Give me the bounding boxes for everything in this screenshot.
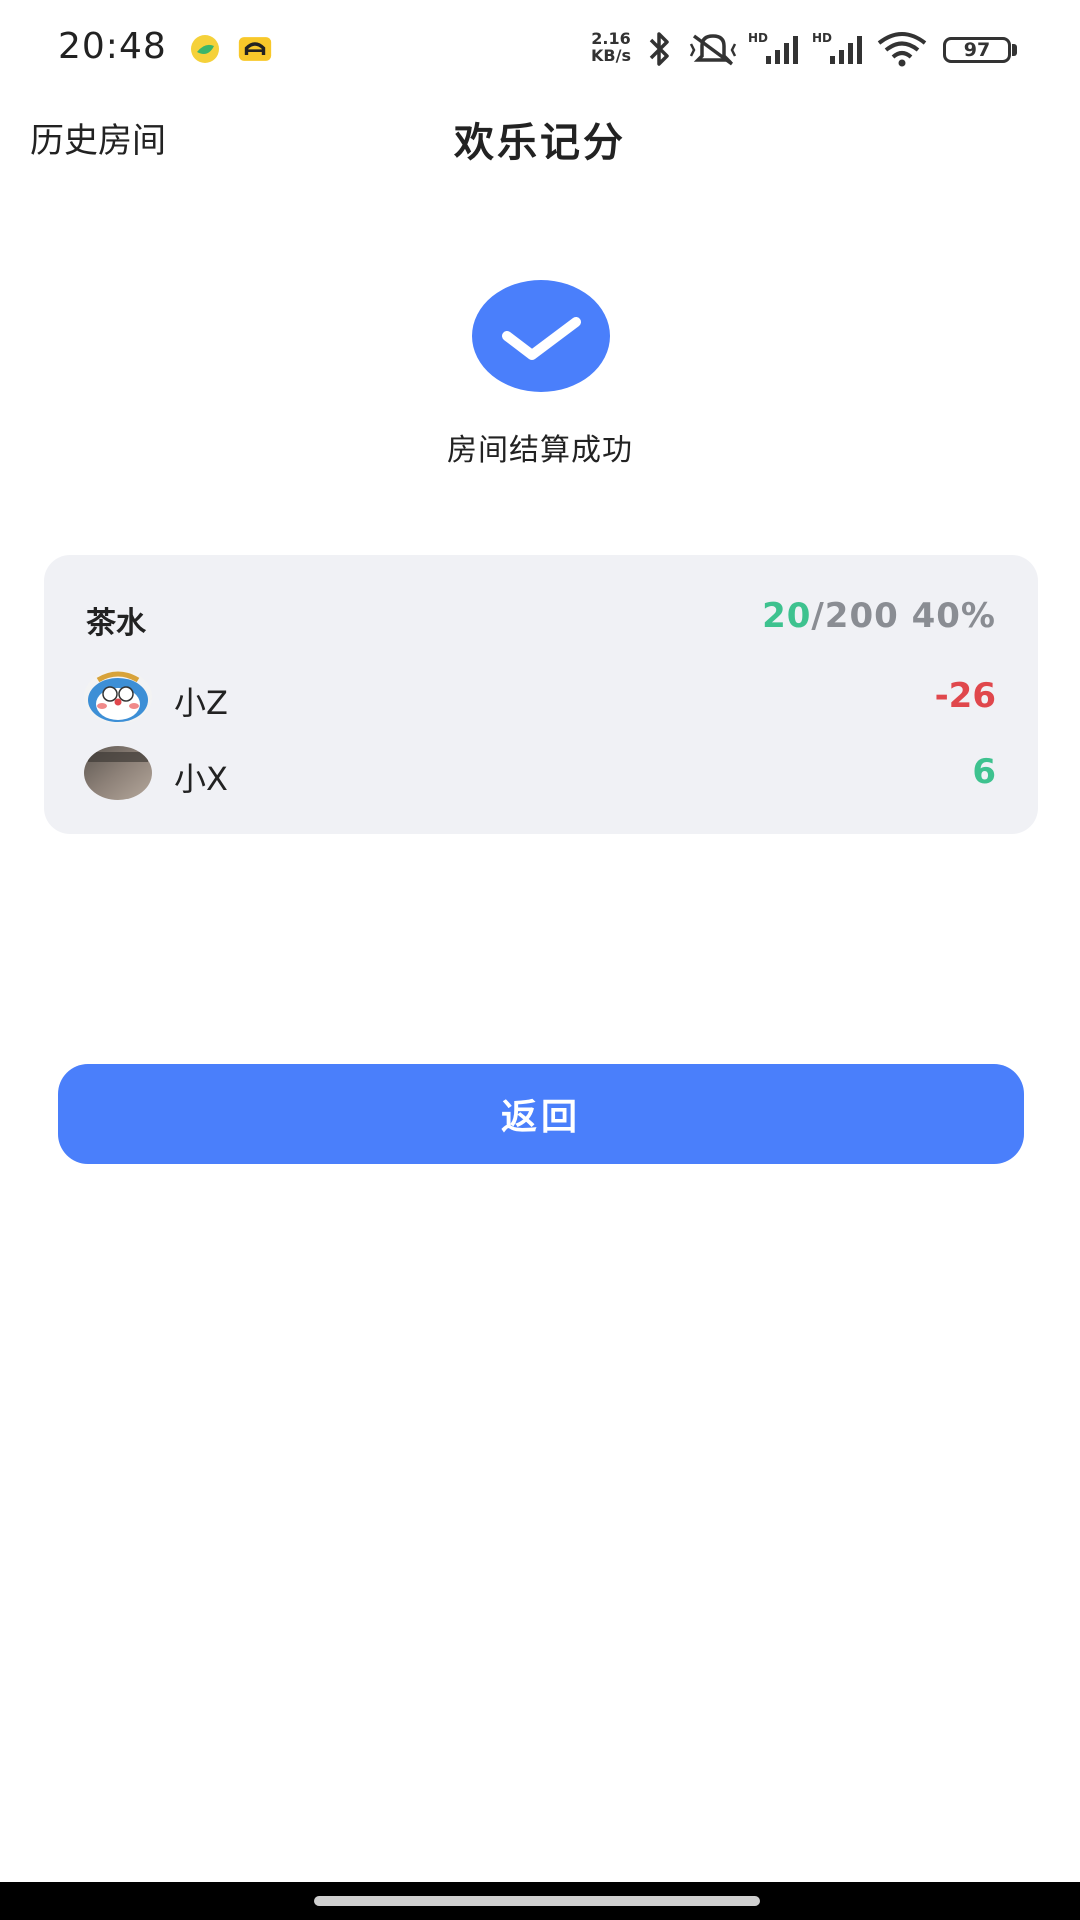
home-indicator[interactable] <box>314 1896 760 1906</box>
net-speed-value: 2.16 <box>591 29 631 48</box>
hd-signal-icon: HD <box>748 31 798 64</box>
player-score: 6 <box>972 752 996 792</box>
player-name: 小Z <box>174 684 228 722</box>
player-name: 小X <box>174 760 228 798</box>
battery-tip <box>1012 44 1017 56</box>
player-row: 小X 6 <box>44 746 1038 806</box>
mute-vibrate-icon <box>689 34 737 66</box>
photo-avatar <box>84 746 152 800</box>
back-button[interactable]: 返回 <box>58 1064 1024 1164</box>
system-nav-bar <box>0 1882 1080 1920</box>
player-row: 小Z -26 <box>44 670 1038 730</box>
settlement-page: 20:48 2.16 KB/s HD HD 97 历史房间 欢乐记分 房间结算成… <box>0 0 1080 1920</box>
stat-rest: /200 40% <box>811 596 996 636</box>
check-icon <box>472 280 610 392</box>
hd-signal-icon: HD <box>812 31 862 64</box>
battery-indicator: 97 <box>943 37 1011 63</box>
result-card: 茶水 20/200 40% 小Z -26 小X 6 <box>44 555 1038 834</box>
net-speed-unit: KB/s <box>591 46 631 65</box>
card-stat: 20/200 40% <box>762 596 996 636</box>
net-speed: 2.16 KB/s <box>585 30 637 64</box>
success-message: 房间结算成功 <box>447 433 633 468</box>
cartoon-cat-avatar <box>84 670 152 724</box>
card-title: 茶水 <box>86 606 146 641</box>
stat-current: 20 <box>762 596 812 636</box>
status-time: 20:48 <box>58 26 167 67</box>
wifi-icon <box>877 32 927 67</box>
bluetooth-icon <box>649 32 669 66</box>
player-score: -26 <box>934 676 996 716</box>
page-title: 欢乐记分 <box>454 120 626 166</box>
svg-text:HD: HD <box>748 31 768 45</box>
status-bar: 20:48 2.16 KB/s HD HD 97 <box>0 0 1080 100</box>
car-app-icon <box>238 37 272 61</box>
svg-text:HD: HD <box>812 31 832 45</box>
music-app-icon <box>191 35 219 63</box>
